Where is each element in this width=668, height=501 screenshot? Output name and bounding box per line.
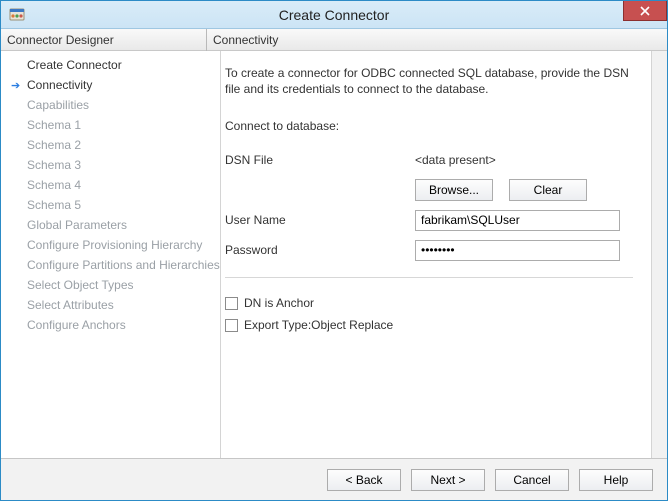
dialog-window: Create Connector Connector Designer Crea… xyxy=(0,0,668,501)
clear-button[interactable]: Clear xyxy=(509,179,587,201)
nav-schema-5[interactable]: Schema 5 xyxy=(1,195,220,215)
nav-schema-1[interactable]: Schema 1 xyxy=(1,115,220,135)
right-content: To create a connector for ODBC connected… xyxy=(207,51,651,458)
arrow-right-icon: ➔ xyxy=(11,79,25,92)
titlebar: Create Connector xyxy=(1,1,667,29)
nav-select-attributes[interactable]: Select Attributes xyxy=(1,295,220,315)
close-button[interactable] xyxy=(623,1,667,21)
right-pane: Connectivity To create a connector for O… xyxy=(207,29,667,458)
back-button[interactable]: < Back xyxy=(327,469,401,491)
nav-select-object-types[interactable]: Select Object Types xyxy=(1,275,220,295)
right-scrollbar[interactable] xyxy=(651,51,667,458)
nav-global-parameters[interactable]: Global Parameters xyxy=(1,215,220,235)
nav-schema-4[interactable]: Schema 4 xyxy=(1,175,220,195)
browse-button[interactable]: Browse... xyxy=(415,179,493,201)
left-pane-header: Connector Designer xyxy=(1,29,206,51)
dsn-label: DSN File xyxy=(225,153,415,167)
dsn-row: DSN File <data present> xyxy=(225,147,633,173)
dn-anchor-checkbox[interactable] xyxy=(225,297,238,310)
dialog-footer: < Back Next > Cancel Help xyxy=(1,458,667,500)
nav-capabilities[interactable]: Capabilities xyxy=(1,95,220,115)
connect-heading: Connect to database: xyxy=(225,119,633,133)
dsn-value: <data present> xyxy=(415,153,496,167)
export-type-label: Export Type:Object Replace xyxy=(244,318,393,332)
wizard-nav: Create Connector ➔Connectivity Capabilit… xyxy=(1,51,220,458)
nav-schema-3[interactable]: Schema 3 xyxy=(1,155,220,175)
nav-configure-provisioning-hierarchy[interactable]: Configure Provisioning Hierarchy xyxy=(1,235,220,255)
right-pane-header: Connectivity xyxy=(207,29,667,51)
password-label: Password xyxy=(225,243,415,257)
intro-text: To create a connector for ODBC connected… xyxy=(225,65,633,97)
nav-create-connector[interactable]: Create Connector xyxy=(1,55,220,75)
username-row: User Name xyxy=(225,207,633,233)
close-icon xyxy=(640,6,650,16)
export-type-row: Export Type:Object Replace xyxy=(225,314,633,336)
username-label: User Name xyxy=(225,213,415,227)
nav-configure-anchors[interactable]: Configure Anchors xyxy=(1,315,220,335)
cancel-button[interactable]: Cancel xyxy=(495,469,569,491)
dn-anchor-label: DN is Anchor xyxy=(244,296,314,310)
help-button[interactable]: Help xyxy=(579,469,653,491)
dn-anchor-row: DN is Anchor xyxy=(225,292,633,314)
left-pane: Connector Designer Create Connector ➔Con… xyxy=(1,29,207,458)
window-title: Create Connector xyxy=(1,7,667,23)
export-type-checkbox[interactable] xyxy=(225,319,238,332)
nav-configure-partitions-hierarchies[interactable]: Configure Partitions and Hierarchies xyxy=(1,255,220,275)
username-input[interactable] xyxy=(415,210,620,231)
next-button[interactable]: Next > xyxy=(411,469,485,491)
dialog-body: Connector Designer Create Connector ➔Con… xyxy=(1,29,667,458)
password-input[interactable] xyxy=(415,240,620,261)
nav-connectivity[interactable]: ➔Connectivity xyxy=(1,75,220,95)
nav-schema-2[interactable]: Schema 2 xyxy=(1,135,220,155)
password-row: Password xyxy=(225,237,633,263)
dsn-buttons-row: Browse... Clear xyxy=(225,177,633,203)
app-icon xyxy=(9,7,25,23)
divider xyxy=(225,277,633,278)
